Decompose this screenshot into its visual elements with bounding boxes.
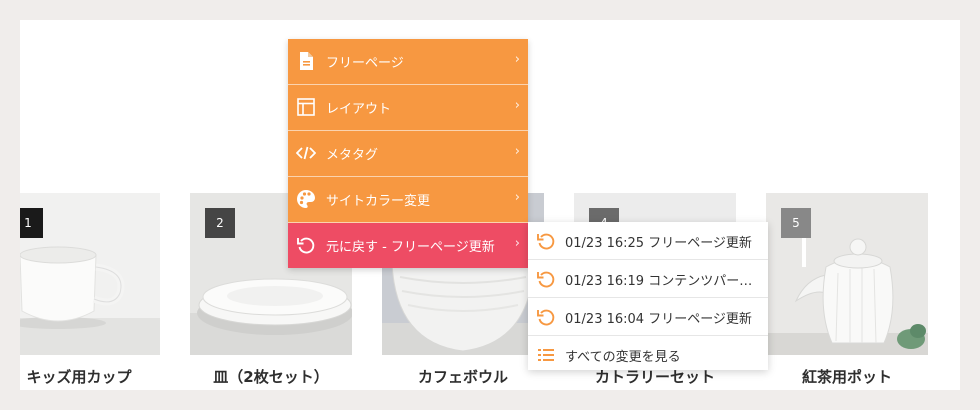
undo-icon bbox=[296, 235, 316, 255]
view-all-changes-label: すべての変更を見る bbox=[565, 350, 681, 365]
menu-item-meta-tag[interactable]: メタタグ › bbox=[288, 131, 528, 177]
chevron-right-icon: › bbox=[514, 236, 520, 251]
product-name[interactable]: キッズ用カップ bbox=[20, 366, 160, 387]
chevron-right-icon: › bbox=[514, 52, 520, 67]
document-icon bbox=[296, 51, 316, 71]
undo-icon bbox=[536, 307, 556, 327]
product-number-badge: 1 bbox=[20, 208, 43, 238]
list-icon bbox=[536, 345, 556, 365]
history-item-label: 01/23 16:19 コンテンツパー… bbox=[565, 274, 753, 289]
menu-item-undo[interactable]: 元に戻す - フリーページ更新 › bbox=[288, 223, 528, 268]
history-item[interactable]: 01/23 16:19 コンテンツパー… bbox=[528, 260, 768, 298]
menu-item-label: サイトカラー変更 bbox=[326, 194, 431, 209]
product-name[interactable]: 紅茶用ポット bbox=[766, 366, 928, 387]
edit-menu: フリーページ › レイアウト › メタタグ › サイトカラー変更 › 元に戻す … bbox=[288, 39, 528, 268]
menu-item-label: フリーページ bbox=[326, 56, 404, 71]
chevron-right-icon: › bbox=[514, 190, 520, 205]
undo-icon bbox=[536, 269, 556, 289]
product-number-badge: 5 bbox=[781, 208, 811, 238]
layout-icon bbox=[296, 97, 316, 117]
product-name[interactable]: 皿（2枚セット） bbox=[190, 366, 352, 387]
menu-item-label: レイアウト bbox=[326, 102, 392, 117]
menu-item-label: 元に戻す - フリーページ更新 bbox=[326, 240, 495, 255]
history-item-label: 01/23 16:25 フリーページ更新 bbox=[565, 236, 752, 251]
menu-item-label: メタタグ bbox=[326, 148, 379, 163]
undo-history-submenu: 01/23 16:25 フリーページ更新 01/23 16:19 コンテンツパー… bbox=[528, 222, 768, 370]
code-icon bbox=[295, 143, 317, 163]
chevron-right-icon: › bbox=[514, 144, 520, 159]
palette-icon bbox=[296, 189, 316, 209]
product-name[interactable]: カフェボウル bbox=[382, 366, 544, 387]
product-number-badge: 2 bbox=[205, 208, 235, 238]
undo-icon bbox=[536, 231, 556, 251]
menu-item-free-page[interactable]: フリーページ › bbox=[288, 39, 528, 85]
history-item-label: 01/23 16:04 フリーページ更新 bbox=[565, 312, 752, 327]
chevron-right-icon: › bbox=[514, 98, 520, 113]
menu-item-site-color[interactable]: サイトカラー変更 › bbox=[288, 177, 528, 223]
menu-item-layout[interactable]: レイアウト › bbox=[288, 85, 528, 131]
history-item[interactable]: 01/23 16:04 フリーページ更新 bbox=[528, 298, 768, 336]
view-all-changes-item[interactable]: すべての変更を見る bbox=[528, 336, 768, 373]
history-item[interactable]: 01/23 16:25 フリーページ更新 bbox=[528, 222, 768, 260]
